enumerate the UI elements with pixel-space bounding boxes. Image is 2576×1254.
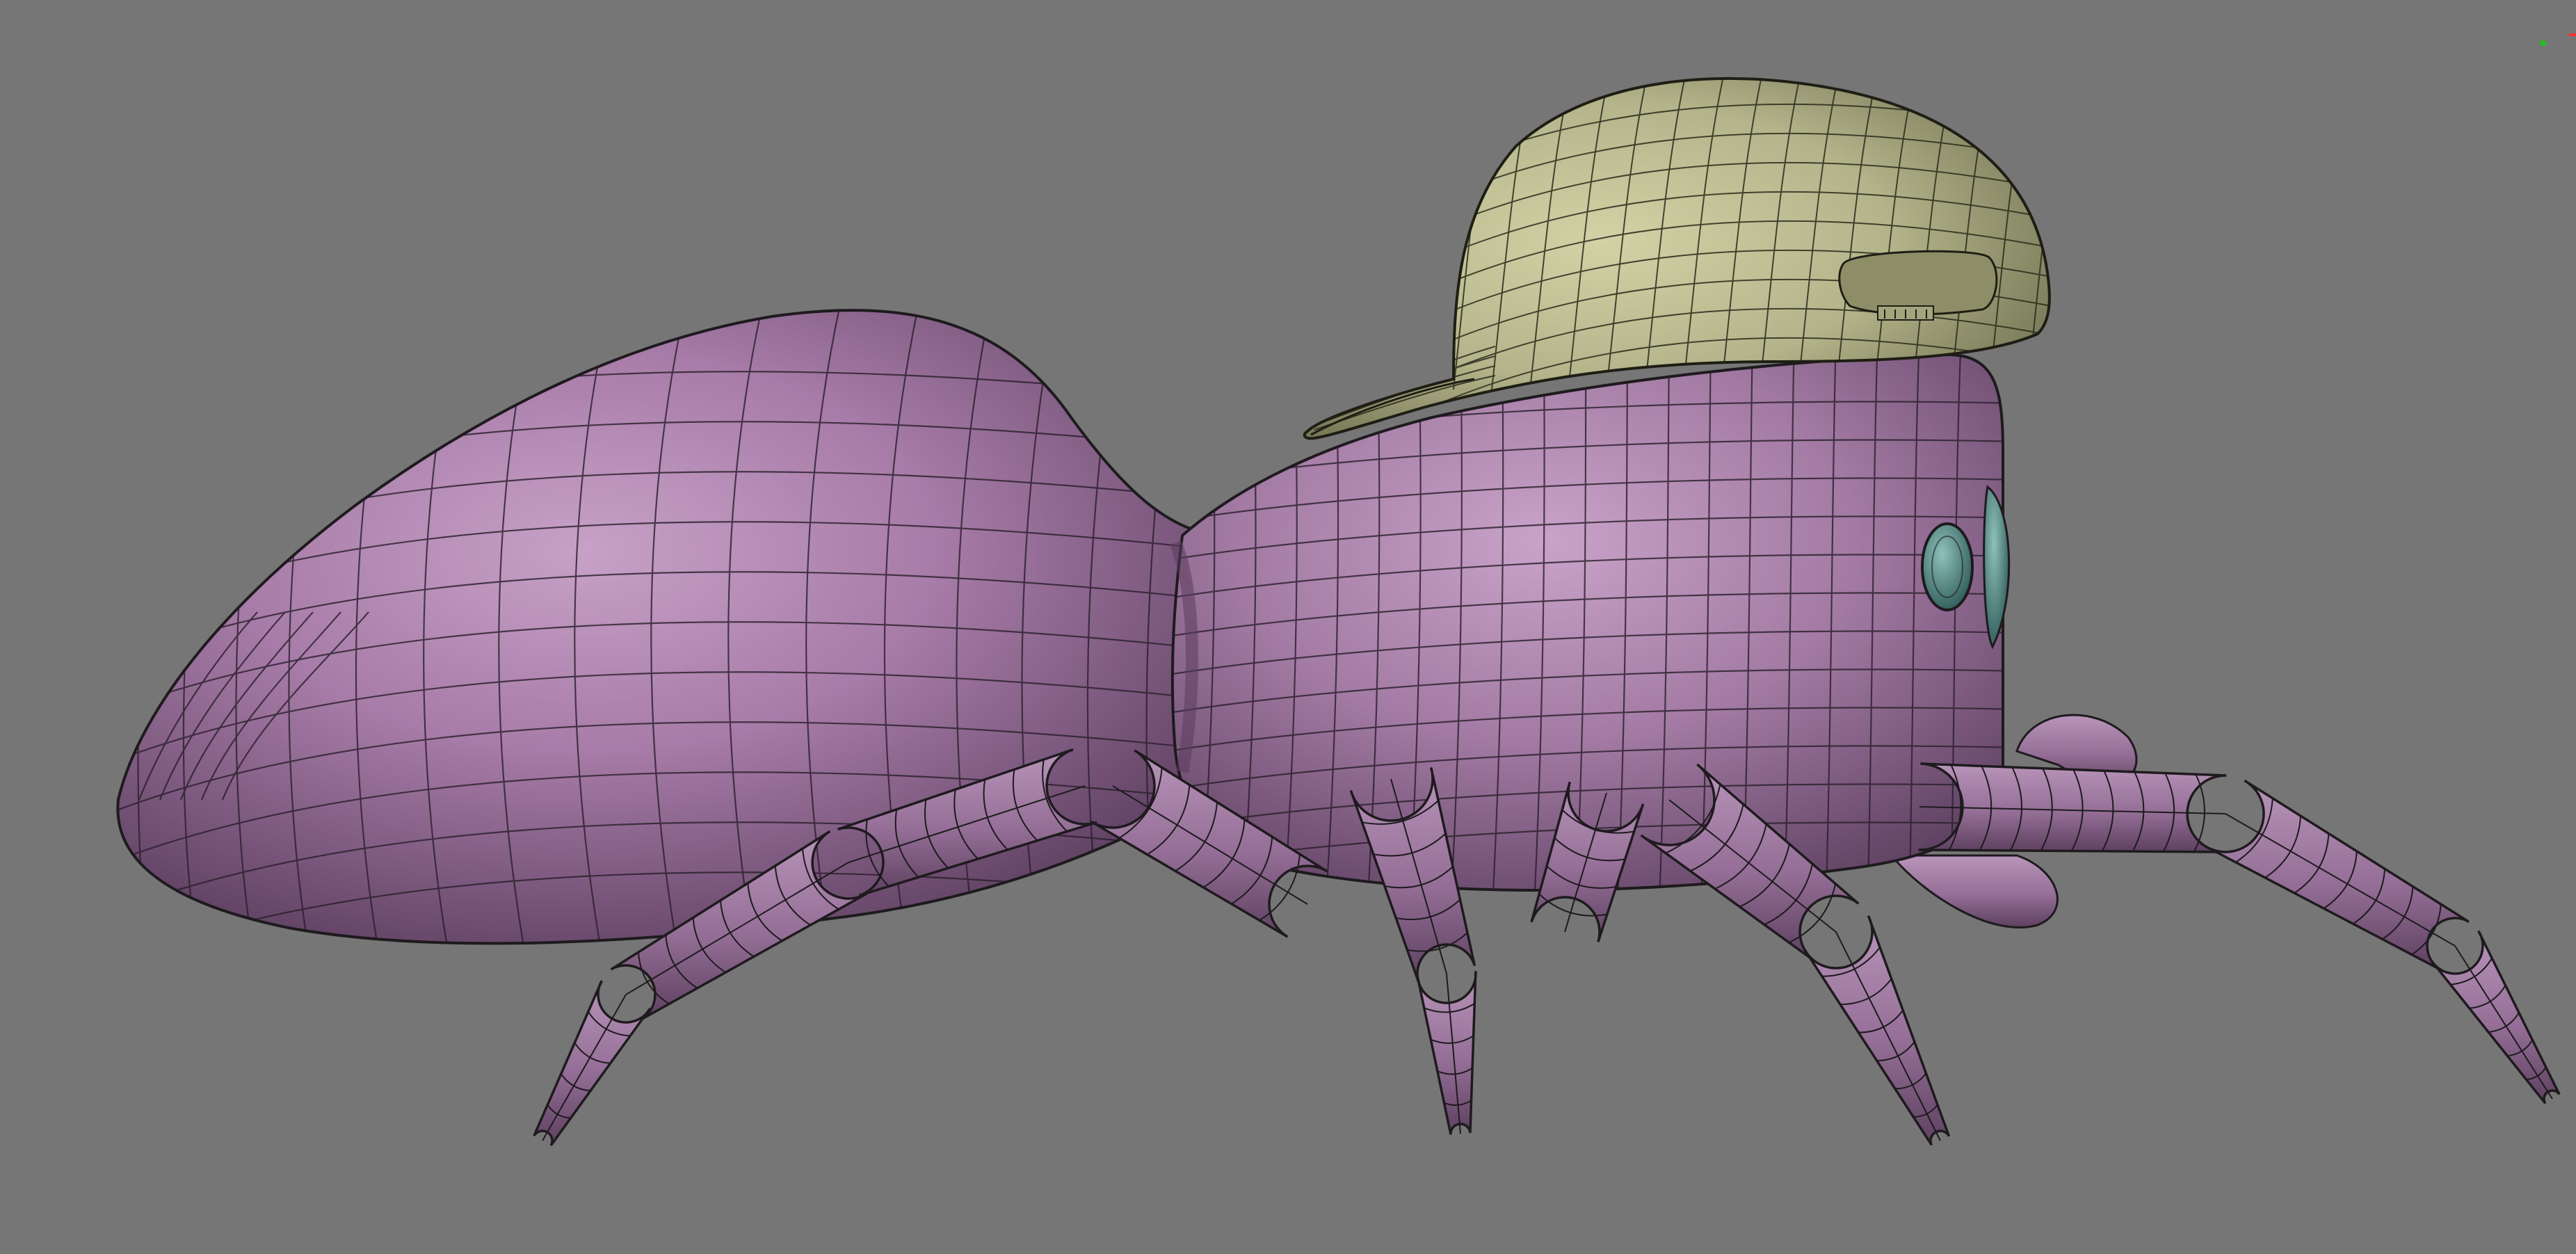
axis-gizmo — [2540, 33, 2576, 47]
cap-strap-opening — [1838, 250, 1998, 316]
eye-right — [1983, 485, 2011, 650]
spider-model-render — [116, 77, 2561, 1146]
leg-3-tarsus — [1416, 971, 1477, 1135]
leg-6-tibia — [2205, 779, 2470, 972]
3d-viewport[interactable] — [0, 0, 2576, 1254]
leg-6-tarsus — [2430, 930, 2561, 1104]
abdomen — [116, 309, 1232, 945]
leg-1-tarsus — [533, 980, 652, 1146]
